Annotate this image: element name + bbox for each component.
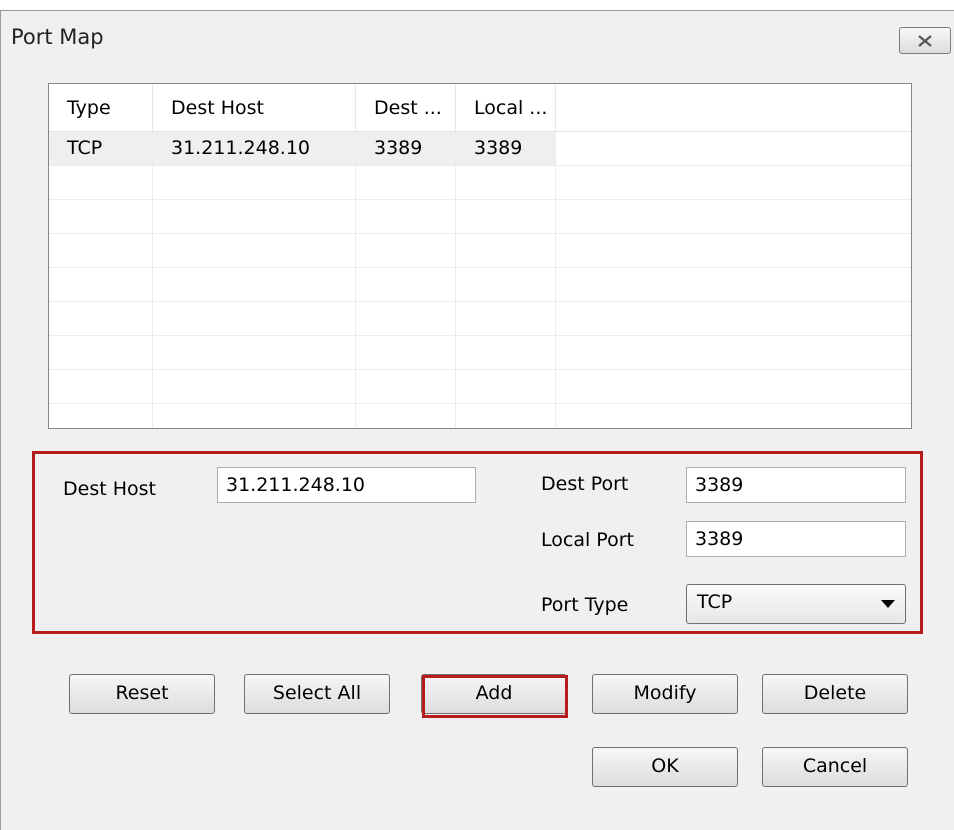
dest-port-label: Dest Port <box>541 473 629 495</box>
dialog-title: Port Map <box>11 25 104 49</box>
dest-host-input[interactable]: 31.211.248.10 <box>217 467 476 503</box>
column-header-dest-host[interactable]: Dest Host <box>153 84 356 132</box>
reset-button[interactable]: Reset <box>69 674 215 714</box>
port-type-label: Port Type <box>541 594 629 616</box>
column-header-local-port[interactable]: Local ... <box>456 84 556 132</box>
modify-button[interactable]: Modify <box>592 674 738 714</box>
table-row[interactable]: TCP 31.211.248.10 3389 3389 <box>49 132 911 166</box>
cell-filler <box>556 132 911 165</box>
select-all-button[interactable]: Select All <box>244 674 390 714</box>
local-port-input[interactable]: 3389 <box>686 521 906 557</box>
empty-row <box>49 268 911 302</box>
cell-dest-port: 3389 <box>356 132 456 165</box>
add-button-highlight <box>422 675 568 718</box>
cancel-button[interactable]: Cancel <box>762 747 908 787</box>
ok-button[interactable]: OK <box>592 747 738 787</box>
dest-port-input[interactable]: 3389 <box>686 467 906 503</box>
port-map-list[interactable]: Type Dest Host Dest ... Local ... TCP 31… <box>48 83 912 429</box>
list-header: Type Dest Host Dest ... Local ... <box>49 84 911 132</box>
close-button[interactable] <box>899 27 951 54</box>
port-type-value: TCP <box>697 591 733 613</box>
close-icon <box>918 34 932 47</box>
local-port-label: Local Port <box>541 529 634 551</box>
empty-row <box>49 166 911 200</box>
column-header-type[interactable]: Type <box>49 84 153 132</box>
dest-host-label: Dest Host <box>63 478 156 500</box>
cell-type: TCP <box>49 132 153 165</box>
empty-row <box>49 234 911 268</box>
empty-row <box>49 404 911 428</box>
port-type-select[interactable]: TCP <box>686 584 906 624</box>
chevron-down-icon <box>881 600 895 608</box>
cell-dest-host: 31.211.248.10 <box>153 132 356 165</box>
empty-row <box>49 200 911 234</box>
cell-local-port: 3389 <box>456 132 556 165</box>
empty-row <box>49 370 911 404</box>
column-header-filler <box>556 84 911 132</box>
column-header-dest-port[interactable]: Dest ... <box>356 84 456 132</box>
empty-row <box>49 336 911 370</box>
empty-row <box>49 302 911 336</box>
delete-button[interactable]: Delete <box>762 674 908 714</box>
